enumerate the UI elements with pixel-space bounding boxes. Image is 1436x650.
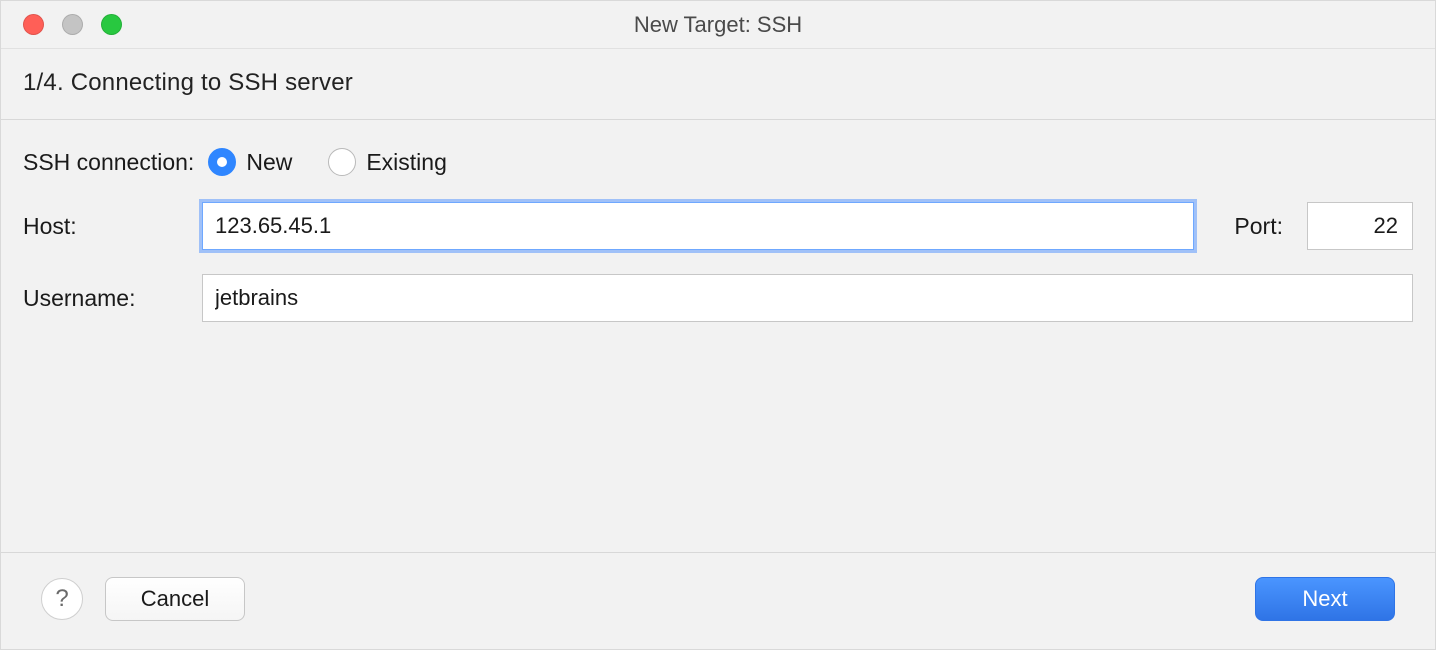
dialog-footer: ? Cancel Next xyxy=(1,552,1435,649)
dialog-body: SSH connection: New Existing Host: Port:… xyxy=(1,120,1435,552)
host-label: Host: xyxy=(23,213,178,240)
username-input[interactable] xyxy=(202,274,1413,322)
host-input[interactable] xyxy=(202,202,1194,250)
username-label: Username: xyxy=(23,285,178,312)
ssh-connection-radio-group: New Existing xyxy=(208,148,447,176)
dialog-window: New Target: SSH 1/4. Connecting to SSH s… xyxy=(0,0,1436,650)
next-button[interactable]: Next xyxy=(1255,577,1395,621)
window-title: New Target: SSH xyxy=(1,12,1435,38)
port-input[interactable] xyxy=(1307,202,1413,250)
ssh-connection-label: SSH connection: xyxy=(23,149,194,176)
titlebar: New Target: SSH xyxy=(1,1,1435,49)
radio-new-label: New xyxy=(246,149,292,176)
minimize-icon[interactable] xyxy=(62,14,83,35)
help-button[interactable]: ? xyxy=(41,578,83,620)
form-area: Host: Port: Username: xyxy=(23,202,1413,322)
radio-existing-label: Existing xyxy=(366,149,447,176)
radio-mark-icon xyxy=(328,148,356,176)
help-icon: ? xyxy=(55,585,68,613)
close-icon[interactable] xyxy=(23,14,44,35)
ssh-connection-row: SSH connection: New Existing xyxy=(23,148,1413,176)
radio-mark-icon xyxy=(208,148,236,176)
port-label: Port: xyxy=(1234,213,1283,240)
radio-new[interactable]: New xyxy=(208,148,292,176)
maximize-icon[interactable] xyxy=(101,14,122,35)
step-heading: 1/4. Connecting to SSH server xyxy=(1,49,1435,120)
cancel-button[interactable]: Cancel xyxy=(105,577,245,621)
traffic-lights xyxy=(1,14,122,35)
radio-existing[interactable]: Existing xyxy=(328,148,447,176)
